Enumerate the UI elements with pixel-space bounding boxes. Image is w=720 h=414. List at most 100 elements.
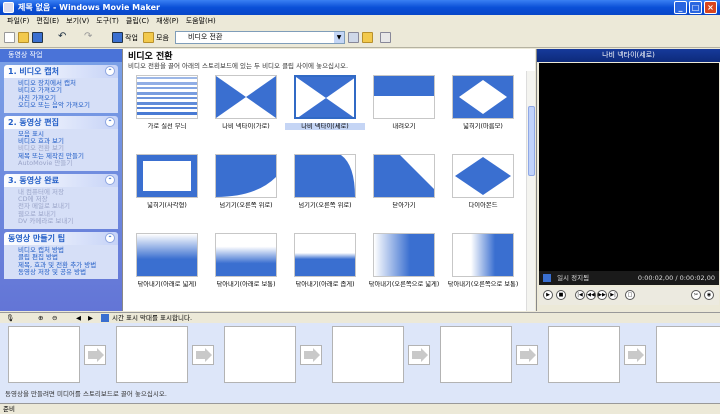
menu-item[interactable]: 클립(C) [126, 15, 149, 28]
collapse-icon[interactable]: ⌃ [105, 174, 115, 185]
transition-tile[interactable]: 닦아내기(오른쪽으로 보통) [443, 233, 523, 288]
transition-tile[interactable]: 내려오기 [364, 75, 444, 130]
menu-item[interactable]: 파일(F) [7, 15, 29, 28]
split-clip-icon[interactable]: ✂ [691, 290, 701, 300]
take-picture-icon[interactable]: ◉ [704, 290, 714, 300]
storyboard-clip-slot[interactable] [440, 326, 512, 383]
menu-item[interactable]: 보기(V) [66, 15, 89, 28]
scrollbar-thumb[interactable] [528, 106, 535, 176]
up-folder-icon[interactable] [348, 32, 359, 43]
storyboard-clip-slot[interactable] [332, 326, 404, 383]
rewind-icon[interactable]: ◀◀ [586, 290, 596, 300]
storyboard-transition-slot[interactable] [300, 345, 322, 365]
task-pane: 동영상 작업 1. 비디오 캡처 ⌃ 비디오 장치에서 캡처 비디오 가져오기 사진 가… [0, 49, 122, 311]
task-section-header[interactable]: 2. 동영상 편집 ⌃ [4, 115, 118, 129]
menu-item[interactable]: 도구(T) [96, 15, 119, 28]
collections-button[interactable]: 모음 [156, 33, 169, 43]
collapse-icon[interactable]: ⌃ [105, 116, 115, 127]
transition-tile[interactable]: 넓히기(사각형) [127, 154, 207, 209]
transition-tile[interactable]: 다이아몬드 [443, 154, 523, 209]
title-bar: 제목 없음 - Windows Movie Maker _ □ × [0, 0, 720, 15]
next-frame-icon[interactable]: ▶| [608, 290, 618, 300]
task-section-header[interactable]: 1. 비디오 캡처 ⌃ [4, 65, 118, 78]
storyboard-toolbar: 🎙 ⊕ ⊖ ◀ ▶ 시간 표시 막대를 표시합니다. [0, 312, 720, 323]
play-icon[interactable]: ▶ [543, 290, 553, 300]
arrow-right-icon [412, 348, 428, 362]
task-section-header[interactable]: 동영상 만들기 팁 ⌃ [4, 231, 118, 245]
transition-preview-icon [215, 75, 277, 119]
close-button[interactable]: × [704, 1, 717, 14]
task-link[interactable]: 오디오 또는 음악 가져오기 [18, 101, 118, 109]
storyboard-clip-slot[interactable] [656, 326, 720, 383]
menu-item[interactable]: 도움말(H) [186, 15, 216, 28]
task-section: 2. 동영상 편집 ⌃ 모음 표시 비디오 효과 보기 비디오 전환 보기 제목 또는 제… [4, 115, 118, 171]
transition-label: 닦아내기(오른쪽으로 넓게) [368, 281, 440, 288]
preview-monitor: 나비 넥타이(세로) 일시 정지됨 0:00:02,00 / 0:00:02,0… [536, 49, 720, 311]
undo-icon[interactable]: ↶ [58, 32, 69, 43]
save-project-icon[interactable] [32, 32, 43, 43]
menu-item[interactable]: 편집(E) [36, 15, 59, 28]
stop-icon[interactable]: ■ [556, 290, 566, 300]
storyboard-clip-slot[interactable] [116, 326, 188, 383]
collapse-icon[interactable]: ⌃ [105, 232, 115, 243]
open-project-icon[interactable] [18, 32, 29, 43]
transition-label: 닦아내기(아래로 보통) [216, 281, 276, 288]
transition-label: 넓히기(사각형) [147, 202, 187, 209]
task-pane-header: 동영상 작업 [0, 49, 122, 62]
previous-frame-icon[interactable]: |◀ [575, 290, 585, 300]
view-options-icon[interactable] [380, 32, 391, 43]
storyboard-transition-slot[interactable] [624, 345, 646, 365]
storyboard-transition-slot[interactable] [192, 345, 214, 365]
transition-preview-icon [136, 75, 198, 119]
task-section-header[interactable]: 3. 동영상 완료 ⌃ [4, 173, 118, 187]
contents-pane: 비디오 전환 비디오 전환을 끌어 아래의 스토리보드에 있는 두 비디오 클립… [122, 49, 535, 311]
transition-tile[interactable]: 가로 실선 무늬 [127, 75, 207, 130]
transition-preview-icon [452, 154, 514, 198]
transition-label: 넘기기(오른쪽 위로) [298, 202, 352, 209]
transition-preview-icon [215, 154, 277, 198]
transition-tile[interactable]: 넘기기(오른쪽 위로) [285, 154, 365, 209]
transition-preview-icon [373, 154, 435, 198]
full-screen-icon[interactable]: □ [625, 290, 635, 300]
transition-preview-icon [373, 75, 435, 119]
task-section-title: 1. 비디오 캡처 [8, 67, 59, 76]
storyboard-transition-slot[interactable] [516, 345, 538, 365]
storyboard-transition-slot[interactable] [84, 345, 106, 365]
monitor-title: 나비 넥타이(세로) [537, 49, 720, 62]
new-collection-icon[interactable] [362, 32, 373, 43]
transition-preview-icon [136, 233, 198, 277]
collection-dropdown[interactable]: 비디오 전환 ▼ [175, 31, 345, 44]
arrow-right-icon [196, 348, 212, 362]
storyboard-clip-slot[interactable] [224, 326, 296, 383]
transition-label: 다이아몬드 [468, 202, 498, 209]
maximize-button[interactable]: □ [689, 1, 702, 14]
tasks-icon[interactable] [112, 32, 123, 43]
task-link: DV 카메라로 보내기 [18, 217, 74, 226]
transition-tile[interactable]: 닦아내기(아래로 넓게) [127, 233, 207, 288]
redo-icon[interactable]: ↷ [84, 32, 95, 43]
storyboard-clip-slot[interactable] [8, 326, 80, 383]
transition-label: 넘기기(오른쪽 위로) [219, 202, 273, 209]
forward-icon[interactable]: ▶▶ [597, 290, 607, 300]
transition-preview-icon [294, 154, 356, 198]
task-section-title: 동영상 만들기 팁 [8, 233, 66, 243]
transition-tile[interactable]: 닦아내기(아래로 보통) [206, 233, 286, 288]
minimize-button[interactable]: _ [674, 1, 687, 14]
timeline-toggle-icon[interactable] [101, 314, 109, 322]
storyboard-transition-slot[interactable] [408, 345, 430, 365]
transition-tile[interactable]: 나비 넥타이(세로) [285, 75, 365, 130]
menu-item[interactable]: 재생(P) [156, 15, 179, 28]
contents-scrollbar[interactable] [526, 71, 535, 311]
storyboard-clip-slot[interactable] [548, 326, 620, 383]
transition-tile[interactable]: 넓히기(마름모) [443, 75, 523, 130]
transition-tile[interactable]: 넘기기(오른쪽 위로) [206, 154, 286, 209]
task-link[interactable]: 동영상 저장 및 공유 방법 [18, 268, 118, 276]
collapse-icon[interactable]: ⌃ [105, 66, 115, 76]
new-project-icon[interactable] [4, 32, 15, 43]
transition-tile[interactable]: 닦아내기(아래로 좁게) [285, 233, 365, 288]
transition-tile[interactable]: 나비 넥타이(가로) [206, 75, 286, 130]
collections-icon[interactable] [143, 32, 154, 43]
transition-tile[interactable]: 닫아가기 [364, 154, 444, 209]
transition-tile[interactable]: 닦아내기(오른쪽으로 넓게) [364, 233, 444, 288]
tasks-button[interactable]: 작업 [125, 33, 138, 43]
